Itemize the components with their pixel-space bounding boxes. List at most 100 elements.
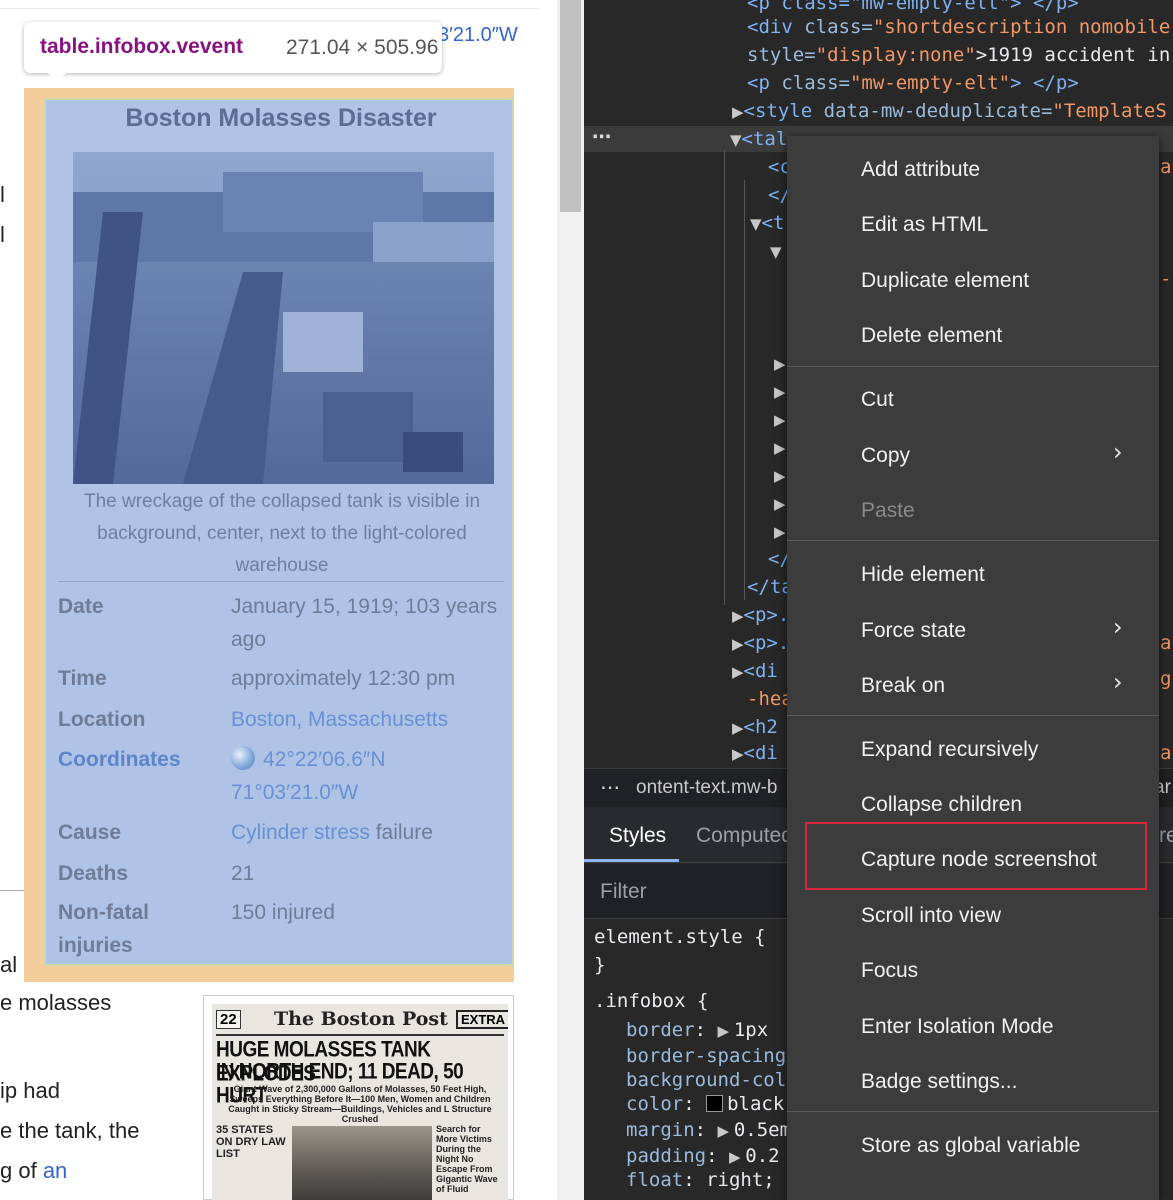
row-value-injuries: 150 injured	[231, 901, 335, 924]
newspaper-masthead: The Boston Post	[274, 1008, 448, 1030]
dom-tag: <p>.	[743, 632, 790, 654]
styles-filter-input[interactable]: Filter	[600, 880, 647, 904]
cause-link[interactable]: Cylinder stress	[231, 821, 370, 844]
dom-line[interactable]: ▶	[774, 436, 786, 458]
dom-line[interactable]: -hea	[747, 688, 793, 710]
menu-item-hide-element[interactable]: Hide element	[861, 563, 985, 587]
css-declaration[interactable]: color: black	[626, 1093, 784, 1115]
dom-line[interactable]: ▼	[770, 240, 782, 262]
menu-item-copy[interactable]: Copy	[861, 444, 910, 468]
dom-line[interactable]: ▶	[774, 408, 786, 430]
menu-item-scroll-into-view[interactable]: Scroll into view	[861, 904, 1001, 928]
dom-line[interactable]: ▶	[774, 492, 786, 514]
menu-item-expand-recursively[interactable]: Expand recursively	[861, 738, 1038, 762]
expand-triangle-icon[interactable]: ▶	[732, 635, 744, 653]
tab-computed[interactable]: Computed	[696, 824, 793, 848]
menu-item-add-attribute[interactable]: Add attribute	[861, 158, 980, 182]
menu-item-enter-isolation-mode[interactable]: Enter Isolation Mode	[861, 1015, 1054, 1039]
row-label-coordinates[interactable]: Coordinates	[58, 743, 218, 776]
dom-line[interactable]: ▶<h2	[732, 716, 778, 738]
menu-item-focus[interactable]: Focus	[861, 959, 918, 983]
article-link[interactable]: an	[43, 1158, 67, 1183]
expand-triangle-icon[interactable]: ▶	[774, 383, 786, 401]
newspaper-thumbnail[interactable]: 22 The Boston Post EXTRA HUGE MOLASSES T…	[203, 995, 514, 1200]
expand-triangle-icon[interactable]: ▶	[732, 719, 744, 737]
dom-line[interactable]: ▶	[774, 464, 786, 486]
expand-triangle-icon[interactable]: ▶	[718, 1022, 734, 1040]
dom-line[interactable]: ▶	[774, 352, 786, 374]
dom-line[interactable]: <p class="mw-empty-elt"> </p>	[747, 72, 1079, 94]
web-page: 3′21.0″W l l al e molasses ip had e the …	[0, 0, 557, 1200]
expand-triangle-icon[interactable]: ▶	[732, 663, 744, 681]
dom-line[interactable]: style="display:none">1919 accident in	[747, 44, 1170, 66]
element-style-selector[interactable]: element.style {	[594, 926, 766, 948]
screen: 3′21.0″W l l al e molasses ip had e the …	[0, 0, 1173, 1200]
menu-item-cut[interactable]: Cut	[861, 388, 894, 412]
expand-triangle-icon[interactable]: ▶	[774, 467, 786, 485]
dom-attr-value: -i	[1160, 268, 1173, 290]
expand-triangle-icon[interactable]: ▶	[732, 607, 744, 625]
more-options-icon[interactable]: ⋯	[592, 126, 611, 148]
body-text-line: ip had	[0, 1078, 60, 1103]
newspaper-photo	[292, 1126, 432, 1200]
menu-item-collapse-children[interactable]: Collapse children	[861, 793, 1022, 817]
collapse-triangle-icon[interactable]: ▼	[750, 215, 762, 233]
dom-line[interactable]: ▶<p>.	[732, 632, 789, 654]
expand-triangle-icon[interactable]: ▶	[729, 1148, 745, 1166]
dom-line[interactable]: ▼<t	[750, 212, 784, 234]
page-scrollbar-thumb[interactable]	[560, 0, 581, 212]
menu-item-force-state[interactable]: Force state	[861, 619, 966, 643]
dom-tag: <p	[747, 72, 770, 94]
css-declaration[interactable]: background-col	[626, 1069, 786, 1091]
background-coordinates-text[interactable]: 3′21.0″W	[438, 24, 518, 47]
css-declaration[interactable]: border: ▶ 1px	[626, 1019, 768, 1041]
dom-line[interactable]: ▶<p>.	[732, 604, 789, 626]
menu-item-delete-element[interactable]: Delete element	[861, 324, 1002, 348]
menu-item-store-as-global-variable[interactable]: Store as global variable	[861, 1134, 1080, 1158]
section-divider	[0, 890, 24, 891]
expand-triangle-icon[interactable]: ▶	[774, 495, 786, 513]
dom-attr-value: "TemplateS	[1052, 100, 1167, 122]
infobox[interactable]: Boston Molasses Disaster The wreckage of…	[44, 98, 514, 966]
dom-line[interactable]: ▶<di	[732, 742, 778, 764]
css-value: 0.5em	[733, 1119, 792, 1141]
expand-triangle-icon[interactable]: ▶	[774, 523, 786, 541]
breadcrumb-item[interactable]: ontent-text.mw-b	[636, 777, 778, 799]
menu-item-edit-as-html[interactable]: Edit as HTML	[861, 213, 988, 237]
row-label-deaths: Deaths	[58, 862, 129, 885]
collapse-triangle-icon[interactable]: ▼	[770, 243, 782, 261]
tab-styles[interactable]: Styles	[609, 824, 666, 848]
dom-line[interactable]: ▶<di	[732, 660, 778, 682]
menu-item-duplicate-element[interactable]: Duplicate element	[861, 269, 1029, 293]
css-declaration[interactable]: margin: ▶ 0.5em	[626, 1119, 791, 1141]
globe-icon[interactable]	[231, 746, 255, 770]
breadcrumb-more-icon[interactable]: ⋯	[600, 775, 620, 799]
css-declaration[interactable]: padding: ▶ 0.2	[626, 1145, 780, 1167]
top-divider	[0, 8, 540, 9]
dom-line[interactable]: <div class="shortdescription nomobile	[747, 16, 1170, 38]
menu-item-paste[interactable]: Paste	[861, 499, 915, 523]
css-declaration[interactable]: float: right;	[626, 1169, 775, 1191]
menu-item-badge-settings[interactable]: Badge settings...	[861, 1070, 1017, 1094]
tab-overflow[interactable]: re	[1159, 824, 1173, 848]
dom-line[interactable]: </ta	[747, 576, 793, 598]
collapse-triangle-icon[interactable]: ▼	[730, 131, 742, 149]
expand-triangle-icon[interactable]: ▶	[732, 103, 744, 121]
expand-triangle-icon[interactable]: ▶	[774, 355, 786, 373]
location-link[interactable]: Boston, Massachusetts	[231, 708, 448, 731]
expand-triangle-icon[interactable]: ▶	[718, 1122, 734, 1140]
color-swatch[interactable]	[706, 1095, 724, 1112]
dom-line[interactable]: <p class="mw-empty-elt"> </p>	[747, 0, 1079, 14]
expand-triangle-icon[interactable]: ▶	[732, 745, 744, 763]
dom-line-selected[interactable]: ▼<tal	[730, 128, 787, 150]
dom-line[interactable]: ▶	[774, 380, 786, 402]
expand-triangle-icon[interactable]: ▶	[774, 411, 786, 429]
dom-line[interactable]: ▶	[774, 520, 786, 542]
disaster-photo[interactable]	[73, 152, 494, 484]
dom-line[interactable]: ▶<style data-mw-deduplicate="TemplateS	[732, 100, 1167, 122]
css-declaration[interactable]: border-spacing	[626, 1045, 786, 1067]
menu-item-break-on[interactable]: Break on	[861, 674, 945, 698]
infobox-rule-selector[interactable]: .infobox {	[594, 990, 708, 1012]
dom-tag: <tal	[741, 128, 788, 150]
expand-triangle-icon[interactable]: ▶	[774, 439, 786, 457]
